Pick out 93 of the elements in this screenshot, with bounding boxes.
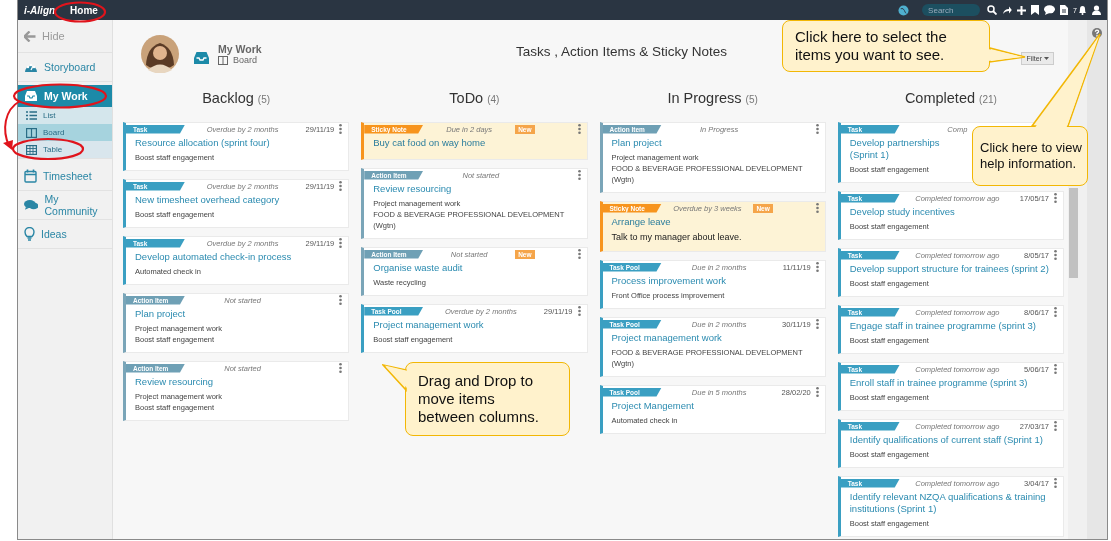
share-icon[interactable]: [1002, 5, 1013, 15]
card-title[interactable]: Review resourcing: [135, 376, 214, 388]
avatar: [141, 35, 179, 73]
inbox-icon: [24, 90, 38, 102]
card-title[interactable]: Develop study incentives: [849, 206, 955, 218]
chat-icon[interactable]: [1044, 5, 1056, 15]
card-title[interactable]: Project management work: [373, 319, 484, 331]
more-icon[interactable]: [577, 249, 581, 259]
callout-tooltip: Drag and Drop to move items between columns.: [405, 362, 570, 436]
inbox-icon: [193, 51, 210, 65]
calendar-icon: [24, 169, 37, 183]
column-title: Backlog: [202, 90, 254, 106]
board-icon: [218, 55, 228, 65]
card-title[interactable]: Enroll staff in trainee programme (sprint 3): [849, 377, 1028, 389]
more-icon[interactable]: [815, 319, 819, 329]
more-icon[interactable]: [339, 181, 343, 191]
board-title: Tasks , Action Items & Sticky Notes: [516, 43, 727, 59]
more-icon[interactable]: [339, 238, 343, 248]
card-title[interactable]: Project Mangement: [611, 400, 694, 412]
bell-icon[interactable]: [1078, 5, 1087, 15]
view-name: Board: [233, 55, 258, 65]
more-icon[interactable]: [815, 203, 819, 213]
callout-pointer: [382, 364, 408, 392]
column-count: (5): [745, 94, 758, 105]
callout-pointer: [988, 47, 1026, 63]
dashboard-icon: [24, 61, 38, 73]
back-arrow-icon: [24, 30, 36, 42]
card-title[interactable]: Project management work: [611, 332, 722, 344]
card-title[interactable]: Develop automated check-in process: [135, 251, 292, 263]
hide-button[interactable]: Hide: [18, 20, 112, 53]
card-title[interactable]: Plan project: [611, 137, 662, 149]
bookmark-icon[interactable]: [1031, 5, 1040, 15]
card-title[interactable]: Process improvement work: [611, 275, 727, 287]
card-title[interactable]: Engage staff in trainee programme (sprint 3): [849, 320, 1036, 332]
more-icon[interactable]: [1054, 307, 1057, 317]
column-title: ToDo: [449, 90, 484, 106]
more-icon[interactable]: [1054, 364, 1057, 374]
caret-icon: [1044, 57, 1049, 60]
callout-tooltip: Click here to select the items you want to see.: [782, 20, 990, 72]
plus-icon[interactable]: [1017, 5, 1027, 15]
card-title[interactable]: Identify qualifications of current staff (Sprint 1): [849, 434, 1043, 446]
sidebar-subitem[interactable]: Board: [18, 124, 112, 141]
sidebar-item[interactable]: Storyboard: [18, 53, 112, 82]
annotation-arrow: [3, 100, 21, 150]
column-count: (21): [979, 94, 997, 105]
more-icon[interactable]: [577, 124, 581, 134]
more-icon[interactable]: [815, 262, 819, 272]
sidebar-item[interactable]: Timesheet: [18, 162, 112, 191]
board-icon: [26, 127, 37, 138]
card-title[interactable]: Buy cat food on way home: [373, 137, 486, 149]
column-title: In Progress: [667, 90, 742, 106]
card-title[interactable]: Develop partnerships (Sprint 1): [849, 137, 940, 161]
chat-icon: [24, 199, 39, 211]
lightbulb-icon: [24, 227, 35, 241]
column-count: (4): [487, 94, 500, 105]
globe-icon[interactable]: [898, 4, 910, 16]
sidebar-item[interactable]: My Community: [18, 191, 112, 220]
user-icon[interactable]: [1092, 5, 1101, 15]
more-icon[interactable]: [815, 124, 819, 134]
card-title[interactable]: Resource allocation (sprint four): [135, 137, 270, 149]
callout-tooltip: Click here to view help information.: [972, 126, 1088, 186]
card-title[interactable]: Develop support structure for trainees (sprint 2): [849, 263, 1049, 275]
more-icon[interactable]: [1054, 193, 1057, 203]
column-title: Completed: [904, 90, 975, 106]
more-icon[interactable]: [815, 387, 819, 397]
more-icon[interactable]: [339, 295, 343, 305]
home-link[interactable]: Home: [70, 4, 98, 16]
page-title: My Work: [218, 43, 262, 55]
sidebar-subitem[interactable]: List: [18, 107, 112, 124]
list-icon: [26, 111, 37, 120]
column-count: (5): [257, 94, 271, 105]
more-icon[interactable]: [339, 124, 343, 134]
card-title[interactable]: Identify relevant NZQA qualifications & training institutions (Sprint 1): [849, 491, 1057, 515]
document-icon[interactable]: [1060, 5, 1069, 15]
annotation-ellipse: [53, 1, 107, 23]
card-title[interactable]: Organise waste audit: [373, 262, 463, 274]
card-title[interactable]: Plan project: [135, 308, 186, 320]
search-icon[interactable]: [987, 5, 998, 15]
card-title[interactable]: Review resourcing: [373, 183, 452, 195]
card-title[interactable]: New timesheet overhead category: [135, 194, 280, 206]
logo[interactable]: i-Align: [24, 4, 56, 16]
sidebar-item[interactable]: Ideas: [18, 220, 112, 249]
card-title[interactable]: Arrange leave: [611, 216, 671, 228]
more-icon[interactable]: [1054, 250, 1057, 260]
more-icon[interactable]: [577, 170, 581, 180]
table-icon: [26, 144, 37, 155]
more-icon[interactable]: [339, 363, 343, 373]
search-field[interactable]: Search: [922, 4, 981, 16]
more-icon[interactable]: [1054, 421, 1057, 431]
scrollbar-thumb[interactable]: [1069, 188, 1078, 278]
more-icon[interactable]: [577, 306, 581, 316]
card-detail: Talk to my manager about leave.: [611, 232, 742, 242]
more-icon[interactable]: [1054, 478, 1057, 488]
